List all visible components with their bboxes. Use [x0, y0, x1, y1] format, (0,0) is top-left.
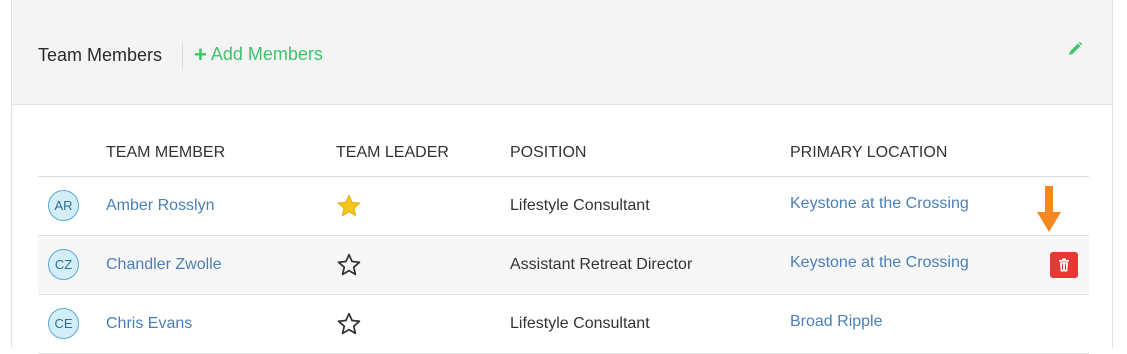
table-row: CZ Chandler Zwolle Assistant Retreat Dir… — [38, 236, 1089, 295]
star-filled-icon[interactable] — [336, 193, 362, 224]
team-members-table: TEAM MEMBER TEAM LEADER POSITION PRIMARY… — [38, 134, 1089, 354]
plus-icon: + — [194, 41, 207, 67]
column-header-team-leader: TEAM LEADER — [336, 144, 449, 161]
table-row: CE Chris Evans Lifestyle Consultant Broa… — [38, 295, 1089, 354]
avatar: AR — [48, 190, 79, 221]
position-cell: Lifestyle Consultant — [510, 197, 650, 214]
column-header-position: POSITION — [510, 144, 587, 161]
avatar: CE — [48, 308, 79, 339]
location-link[interactable]: Keystone at the Crossing — [790, 195, 969, 213]
team-members-card: Team Members + Add Members TEAM MEMBER T… — [11, 0, 1113, 354]
pencil-icon[interactable] — [1067, 41, 1083, 62]
table-header: TEAM MEMBER TEAM LEADER POSITION PRIMARY… — [38, 134, 1089, 177]
add-members-label: Add Members — [210, 44, 323, 64]
member-name-link[interactable]: Chris Evans — [106, 315, 192, 333]
add-members-button[interactable]: + Add Members — [194, 41, 323, 67]
column-header-primary-location: PRIMARY LOCATION — [790, 144, 948, 161]
column-header-team-member: TEAM MEMBER — [106, 144, 226, 161]
card-title: Team Members — [38, 45, 163, 65]
star-outline-icon[interactable] — [336, 311, 362, 342]
location-link[interactable]: Broad Ripple — [790, 313, 883, 331]
position-cell: Assistant Retreat Director — [510, 256, 693, 273]
card-header: Team Members + Add Members — [12, 0, 1112, 105]
member-name-link[interactable]: Amber Rosslyn — [106, 197, 214, 215]
arrow-down-icon — [1036, 186, 1062, 239]
delete-member-button[interactable] — [1050, 252, 1078, 278]
avatar: CZ — [48, 249, 79, 280]
table-row: AR Amber Rosslyn Lifestyle Consultant Ke… — [38, 177, 1089, 236]
member-name-link[interactable]: Chandler Zwolle — [106, 256, 222, 274]
location-link[interactable]: Keystone at the Crossing — [790, 254, 969, 272]
star-outline-icon[interactable] — [336, 252, 362, 283]
trash-icon — [1059, 258, 1069, 272]
position-cell: Lifestyle Consultant — [510, 315, 650, 332]
header-divider — [182, 43, 183, 69]
